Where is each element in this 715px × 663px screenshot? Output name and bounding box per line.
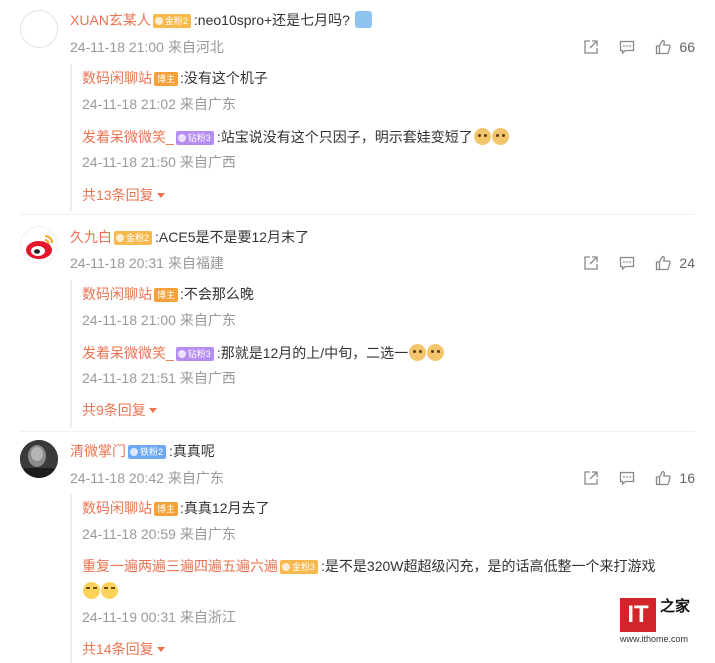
comment-actions: 24: [563, 253, 695, 273]
reply-meta: 24-11-18 21:02 来自广东: [82, 96, 236, 112]
reply-text: :不会那么晚: [180, 286, 254, 302]
like-icon[interactable]: [655, 470, 672, 486]
reply-text: :真真12月去了: [180, 500, 270, 516]
share-icon[interactable]: [583, 470, 599, 486]
more-replies-link[interactable]: 共14条回复: [82, 639, 165, 659]
avatar-photo-icon: [20, 440, 58, 478]
comment-actions: 66: [563, 37, 695, 57]
logo-it: IT: [620, 598, 656, 632]
reply: 发着呆微微笑_ 钻粉3:站宝说没有这个只因子，明示套娃变短了: [82, 127, 509, 147]
username[interactable]: 久九白: [70, 229, 112, 245]
fan-badge: 铁粉2: [128, 445, 167, 459]
caret-down-icon: [156, 193, 165, 198]
comment-text: :neo10spro+还是七月吗?: [193, 12, 350, 28]
reply-list: 数码闲聊站 博主:没有这个机子 24-11-18 21:02 来自广东 发着呆微微…: [70, 64, 695, 212]
divider: [20, 431, 695, 432]
comment-icon[interactable]: [619, 470, 635, 486]
comment-icon[interactable]: [619, 255, 635, 271]
comment-actions: 16: [563, 468, 695, 488]
username[interactable]: 发着呆微微笑_: [82, 129, 174, 145]
badge-icon: [130, 448, 138, 456]
reply-meta: 24-11-18 21:51 来自广西: [82, 370, 236, 386]
doge-emoji-icon: [427, 344, 445, 361]
badge-icon: [282, 563, 290, 571]
divider: [20, 214, 695, 215]
reply: 数码闲聊站 博主:没有这个机子: [82, 68, 268, 88]
like-count: 16: [679, 470, 695, 486]
username[interactable]: 重复一遍两遍三遍四遍五遍六遍: [82, 558, 278, 574]
doge-emoji-icon: [473, 128, 491, 145]
comment-header: 清微掌门 铁粉2:真真呢: [70, 441, 215, 461]
comment-header: XUAN玄某人 金粉2:neo10spro+还是七月吗?: [70, 10, 372, 30]
emoji-icon: [354, 11, 372, 28]
comment-text: :真真呢: [169, 443, 215, 459]
host-badge: 博主: [154, 288, 179, 302]
reply-list: 数码闲聊站 博主:真真12月去了 24-11-18 20:59 来自广东 重复一遍…: [70, 494, 695, 663]
reply-text: :那就是12月的上/中旬，二选一: [216, 345, 409, 361]
like-count: 24: [679, 255, 695, 271]
share-icon[interactable]: [583, 39, 599, 55]
username[interactable]: 数码闲聊站: [82, 500, 152, 516]
avatar[interactable]: [20, 226, 58, 264]
doge-emoji-icon: [409, 344, 427, 361]
more-replies-link[interactable]: 共9条回复: [82, 400, 157, 420]
reply-list: 数码闲聊站 博主:不会那么晚 24-11-18 21:00 来自广东 发着呆微微笑…: [70, 280, 695, 428]
like-icon[interactable]: [655, 255, 672, 271]
badge-icon: [177, 350, 186, 358]
reply: 发着呆微微笑_ 钻粉3:那就是12月的上/中旬，二选一: [82, 343, 445, 363]
doge-emoji-icon: [491, 128, 509, 145]
comment-meta: 24-11-18 20:31 来自福建: [70, 255, 224, 271]
reply-meta: 24-11-18 21:50 来自广西: [82, 154, 236, 170]
reply: 数码闲聊站 博主:真真12月去了: [82, 498, 269, 518]
logo-char: 之家: [660, 597, 691, 615]
username[interactable]: XUAN玄某人: [70, 12, 151, 28]
cry-emoji-icon: [83, 582, 100, 599]
fan-badge: 金粉3: [280, 560, 319, 574]
reply-meta: 24-11-18 20:59 来自广东: [82, 526, 236, 542]
logo-url: www.ithome.com: [620, 634, 689, 644]
comment-icon[interactable]: [619, 39, 635, 55]
avatar[interactable]: [20, 10, 58, 48]
more-replies-link[interactable]: 共13条回复: [82, 185, 165, 205]
username[interactable]: 数码闲聊站: [82, 286, 152, 302]
reply-meta: 24-11-19 00:31 来自浙江: [82, 609, 236, 625]
comment-text: :ACE5是不是要12月末了: [155, 229, 310, 245]
fan-badge: 钻粉3: [175, 131, 214, 145]
username[interactable]: 发着呆微微笑_: [82, 345, 174, 361]
weibo-logo-icon: [26, 235, 53, 259]
reply-emojis: [82, 581, 118, 601]
like-icon[interactable]: [655, 39, 672, 55]
reply-text: :没有这个机子: [180, 70, 268, 86]
avatar[interactable]: [20, 440, 58, 478]
reply-meta: 24-11-18 21:00 来自广东: [82, 312, 236, 328]
badge-icon: [177, 134, 186, 142]
reply: 数码闲聊站 博主:不会那么晚: [82, 284, 254, 304]
caret-down-icon: [156, 647, 165, 652]
fan-badge: 金粉2: [152, 14, 191, 28]
ithome-watermark: IT 之家 www.ithome.com: [620, 598, 702, 648]
caret-down-icon: [148, 408, 157, 413]
host-badge: 博主: [154, 502, 179, 516]
host-badge: 博主: [154, 72, 179, 86]
comment-header: 久九白 金粉2:ACE5是不是要12月末了: [70, 227, 309, 247]
badge-icon: [116, 234, 124, 242]
comment-meta: 24-11-18 21:00 来自河北: [70, 39, 224, 55]
reply-text: :是不是320W超超级闪充，是的话高低整一个来打游戏: [321, 558, 656, 574]
username[interactable]: 数码闲聊站: [82, 70, 152, 86]
like-count: 66: [679, 39, 695, 55]
badge-icon: [154, 17, 163, 25]
fan-badge: 钻粉3: [175, 347, 214, 361]
cry-emoji-icon: [101, 582, 118, 599]
reply: 重复一遍两遍三遍四遍五遍六遍 金粉3:是不是320W超超级闪充，是的话高低整一个来…: [82, 556, 655, 576]
share-icon[interactable]: [583, 255, 599, 271]
reply-text: :站宝说没有这个只因子，明示套娃变短了: [216, 129, 473, 145]
comment-meta: 24-11-18 20:42 来自广东: [70, 470, 224, 486]
username[interactable]: 清微掌门: [70, 443, 126, 459]
fan-badge: 金粉2: [114, 231, 153, 245]
